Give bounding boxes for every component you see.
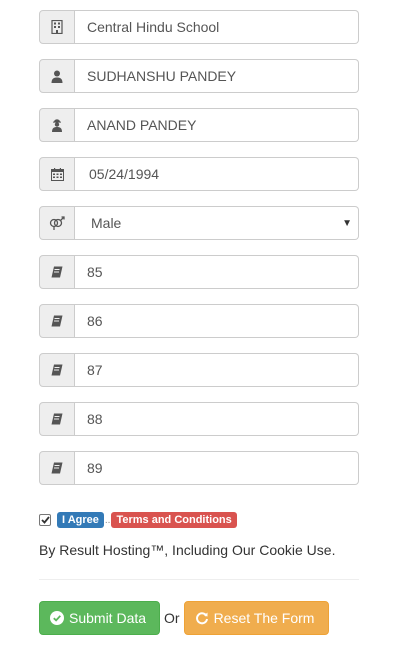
submit-button[interactable]: Submit Data bbox=[39, 601, 160, 635]
reset-button-label: Reset The Form bbox=[213, 610, 315, 626]
marks-field-group-2: 86 bbox=[39, 304, 359, 338]
action-row: Submit Data Or Reset The Form bbox=[39, 601, 329, 635]
school-input[interactable]: Central Hindu School bbox=[75, 10, 359, 44]
submit-button-label: Submit Data bbox=[69, 610, 147, 626]
check-circle-icon bbox=[50, 611, 64, 625]
gender-select[interactable]: Male ▼ bbox=[75, 206, 359, 240]
checkmark-icon bbox=[40, 516, 50, 524]
dob-field-group: 05/24/1994 bbox=[39, 157, 359, 191]
father-name-input[interactable]: ANAND PANDEY bbox=[75, 108, 359, 142]
marks-field-group-1: 85 bbox=[39, 255, 359, 289]
refresh-icon bbox=[195, 612, 208, 625]
book-icon bbox=[39, 353, 75, 387]
agreement-row: I Agree .. Terms and Conditions bbox=[39, 512, 237, 528]
gender-field-group: Male ▼ bbox=[39, 206, 359, 240]
marks-field-group-5: 89 bbox=[39, 451, 359, 485]
school-field-group: Central Hindu School bbox=[39, 10, 359, 44]
reset-button[interactable]: Reset The Form bbox=[183, 601, 329, 635]
book-icon bbox=[39, 402, 75, 436]
terms-link[interactable]: Terms and Conditions bbox=[111, 512, 237, 528]
user-icon bbox=[39, 59, 75, 93]
father-name-field-group: ANAND PANDEY bbox=[39, 108, 359, 142]
book-icon bbox=[39, 451, 75, 485]
parent-icon bbox=[39, 108, 75, 142]
marks-input-4[interactable]: 88 bbox=[75, 402, 359, 436]
marks-field-group-3: 87 bbox=[39, 353, 359, 387]
cookie-notice: By Result Hosting™, Including Our Cookie… bbox=[39, 542, 336, 558]
marks-input-1[interactable]: 85 bbox=[75, 255, 359, 289]
calendar-icon bbox=[39, 157, 75, 191]
marks-input-3[interactable]: 87 bbox=[75, 353, 359, 387]
gender-selected-value: Male bbox=[91, 215, 122, 231]
student-name-field-group: SUDHANSHU PANDEY bbox=[39, 59, 359, 93]
student-name-input[interactable]: SUDHANSHU PANDEY bbox=[75, 59, 359, 93]
agree-checkbox[interactable] bbox=[39, 514, 51, 526]
gender-icon bbox=[39, 206, 75, 240]
agree-badge: I Agree bbox=[57, 512, 104, 528]
marks-input-2[interactable]: 86 bbox=[75, 304, 359, 338]
marks-input-5[interactable]: 89 bbox=[75, 451, 359, 485]
book-icon bbox=[39, 304, 75, 338]
separator-dots: .. bbox=[104, 514, 111, 526]
or-text: Or bbox=[164, 610, 180, 626]
marks-field-group-4: 88 bbox=[39, 402, 359, 436]
chevron-down-icon: ▼ bbox=[342, 217, 352, 229]
building-icon bbox=[39, 10, 75, 44]
divider bbox=[39, 579, 359, 580]
result-form: Central Hindu School SUDHANSHU PANDEY AN… bbox=[39, 10, 359, 500]
book-icon bbox=[39, 255, 75, 289]
dob-input[interactable]: 05/24/1994 bbox=[75, 157, 359, 191]
